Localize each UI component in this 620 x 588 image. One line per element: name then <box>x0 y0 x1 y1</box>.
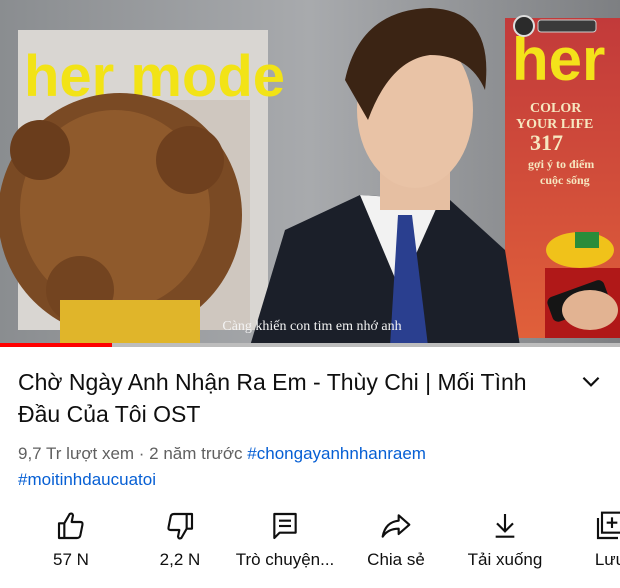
channel-logo <box>513 15 597 37</box>
download-icon <box>495 514 515 538</box>
magazine-line-4: gợi ý to điểm <box>528 157 594 171</box>
save-label: Lưu <box>594 550 620 569</box>
share-label: Chia sẻ <box>367 550 425 569</box>
action-bar: 57 N 2,2 N Trò chuyện... Chia sẻ Tải xuố… <box>0 506 620 588</box>
upload-age: 2 năm trước <box>149 444 243 463</box>
magazine-line-1: COLOR <box>530 101 582 116</box>
dislike-count: 2,2 N <box>159 550 201 569</box>
meta-separator: · <box>134 444 150 463</box>
chat-button[interactable]: Trò chuyện... <box>230 506 340 582</box>
video-frame: her mode her COLOR YOUR LIFE 317 gợi ý t… <box>0 0 620 346</box>
chat-label: Trò chuyện... <box>235 550 335 569</box>
video-progress-bar[interactable] <box>0 343 620 347</box>
video-meta[interactable]: 9,7 Tr lượt xem · 2 năm trước #chongayan… <box>18 441 608 493</box>
video-subtitle: Càng khiến con tim em nhớ anh <box>222 319 401 334</box>
like-count: 57 N <box>53 550 89 569</box>
dislike-button[interactable]: 2,2 N <box>125 506 235 582</box>
hashtag-link[interactable]: #chongayanhnhanraem <box>247 444 426 463</box>
magazine-line-5: cuộc sống <box>540 173 590 187</box>
hashtag-link[interactable]: #moitinhdaucuatoi <box>18 470 156 489</box>
video-title[interactable]: Chờ Ngày Anh Nhận Ra Em - Thùy Chi | Mối… <box>18 366 558 430</box>
save-button[interactable]: Lưu <box>555 506 620 582</box>
share-icon <box>381 514 411 538</box>
save-icon <box>596 511 620 540</box>
share-button[interactable]: Chia sẻ <box>341 506 451 582</box>
video-player[interactable]: her mode her COLOR YOUR LIFE 317 gợi ý t… <box>0 0 620 346</box>
magazine-line-3: 317 <box>530 130 563 155</box>
chevron-down-icon[interactable] <box>578 368 604 394</box>
view-count: 9,7 Tr lượt xem <box>18 444 135 463</box>
thumbs-down-icon <box>167 512 194 540</box>
thumbs-up-icon <box>57 512 84 540</box>
video-progress-fill <box>0 343 112 347</box>
like-button[interactable]: 57 N <box>16 506 126 582</box>
chat-icon <box>273 512 297 540</box>
download-button[interactable]: Tải xuống <box>450 506 560 582</box>
download-label: Tải xuống <box>467 550 543 569</box>
